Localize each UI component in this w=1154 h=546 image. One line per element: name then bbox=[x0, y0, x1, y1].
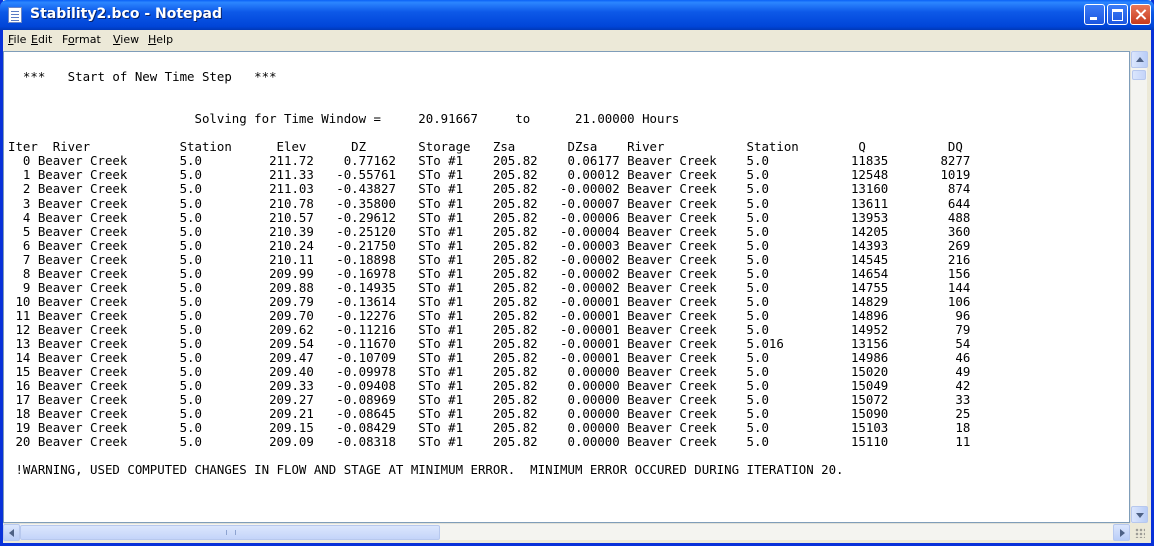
text-line: 8 Beaver Creek 5.0 209.99 -0.16978 STo #… bbox=[8, 265, 971, 281]
arrow-left-icon bbox=[9, 529, 14, 537]
resize-grip-icon[interactable] bbox=[1130, 523, 1147, 540]
text-line: 14 Beaver Creek 5.0 209.47 -0.10709 STo … bbox=[8, 350, 971, 366]
title-bar[interactable]: Stability2.bco - Notepad bbox=[0, 0, 1154, 30]
text-line: 7 Beaver Creek 5.0 210.11 -0.18898 STo #… bbox=[8, 251, 971, 267]
text-editor[interactable]: *** Start of New Time Step *** Solving f… bbox=[3, 51, 1130, 523]
horizontal-scrollbar[interactable] bbox=[3, 523, 1130, 541]
text-line: 3 Beaver Creek 5.0 210.78 -0.35800 STo #… bbox=[8, 195, 971, 211]
text-line: 4 Beaver Creek 5.0 210.57 -0.29612 STo #… bbox=[8, 209, 971, 225]
maximize-button[interactable] bbox=[1107, 4, 1128, 25]
menu-bar: File Edit Format View Help bbox=[3, 30, 1151, 50]
menu-view[interactable]: View bbox=[113, 33, 139, 46]
text-line: 17 Beaver Creek 5.0 209.27 -0.08969 STo … bbox=[8, 392, 971, 408]
text-line: 19 Beaver Creek 5.0 209.15 -0.08429 STo … bbox=[8, 420, 971, 436]
menu-format[interactable]: Format bbox=[62, 33, 101, 46]
arrow-right-icon bbox=[1120, 529, 1125, 537]
text-line: 1 Beaver Creek 5.0 211.33 -0.55761 STo #… bbox=[8, 167, 971, 183]
scroll-down-button[interactable] bbox=[1131, 506, 1148, 523]
text-line: 16 Beaver Creek 5.0 209.33 -0.09408 STo … bbox=[8, 378, 971, 394]
text-line: Solving for Time Window = 20.91667 to 21… bbox=[8, 111, 680, 127]
text-line: 0 Beaver Creek 5.0 211.72 0.77162 STo #1… bbox=[8, 153, 971, 169]
text-line: 18 Beaver Creek 5.0 209.21 -0.08645 STo … bbox=[8, 406, 971, 422]
scroll-right-button[interactable] bbox=[1113, 524, 1130, 541]
text-line: 15 Beaver Creek 5.0 209.40 -0.09978 STo … bbox=[8, 364, 971, 380]
text-line: 6 Beaver Creek 5.0 210.24 -0.21750 STo #… bbox=[8, 237, 971, 253]
text-line: 11 Beaver Creek 5.0 209.70 -0.12276 STo … bbox=[8, 307, 971, 323]
close-button[interactable] bbox=[1130, 4, 1151, 25]
minimize-button[interactable] bbox=[1084, 4, 1105, 25]
text-line: 13 Beaver Creek 5.0 209.54 -0.11670 STo … bbox=[8, 336, 971, 351]
text-line: 5 Beaver Creek 5.0 210.39 -0.25120 STo #… bbox=[8, 223, 971, 239]
text-line: *** Start of New Time Step *** bbox=[8, 69, 277, 85]
arrow-up-icon bbox=[1136, 57, 1144, 62]
text-line: 9 Beaver Creek 5.0 209.88 -0.14935 STo #… bbox=[8, 279, 971, 295]
text-line: 10 Beaver Creek 5.0 209.79 -0.13614 STo … bbox=[8, 293, 971, 309]
arrow-down-icon bbox=[1136, 513, 1144, 518]
text-line: !WARNING, USED COMPUTED CHANGES IN FLOW … bbox=[8, 462, 844, 478]
scroll-left-button[interactable] bbox=[3, 524, 20, 541]
window-title: Stability2.bco - Notepad bbox=[30, 6, 223, 22]
horizontal-scroll-thumb[interactable] bbox=[20, 525, 440, 540]
text-line: Iter River Station Elev DZ Storage Zsa D… bbox=[8, 139, 963, 155]
vertical-scrollbar[interactable] bbox=[1130, 51, 1148, 523]
menu-edit[interactable]: Edit bbox=[31, 33, 52, 46]
menu-help[interactable]: Help bbox=[148, 33, 173, 46]
text-line: 2 Beaver Creek 5.0 211.03 -0.43827 STo #… bbox=[8, 181, 971, 197]
menu-file[interactable]: File bbox=[8, 33, 26, 46]
text-line: 20 Beaver Creek 5.0 209.09 -0.08318 STo … bbox=[8, 434, 971, 450]
scroll-up-button[interactable] bbox=[1131, 51, 1148, 68]
vertical-scroll-thumb[interactable] bbox=[1132, 70, 1146, 80]
text-line: 12 Beaver Creek 5.0 209.62 -0.11216 STo … bbox=[8, 321, 971, 337]
notepad-icon[interactable] bbox=[8, 7, 22, 23]
